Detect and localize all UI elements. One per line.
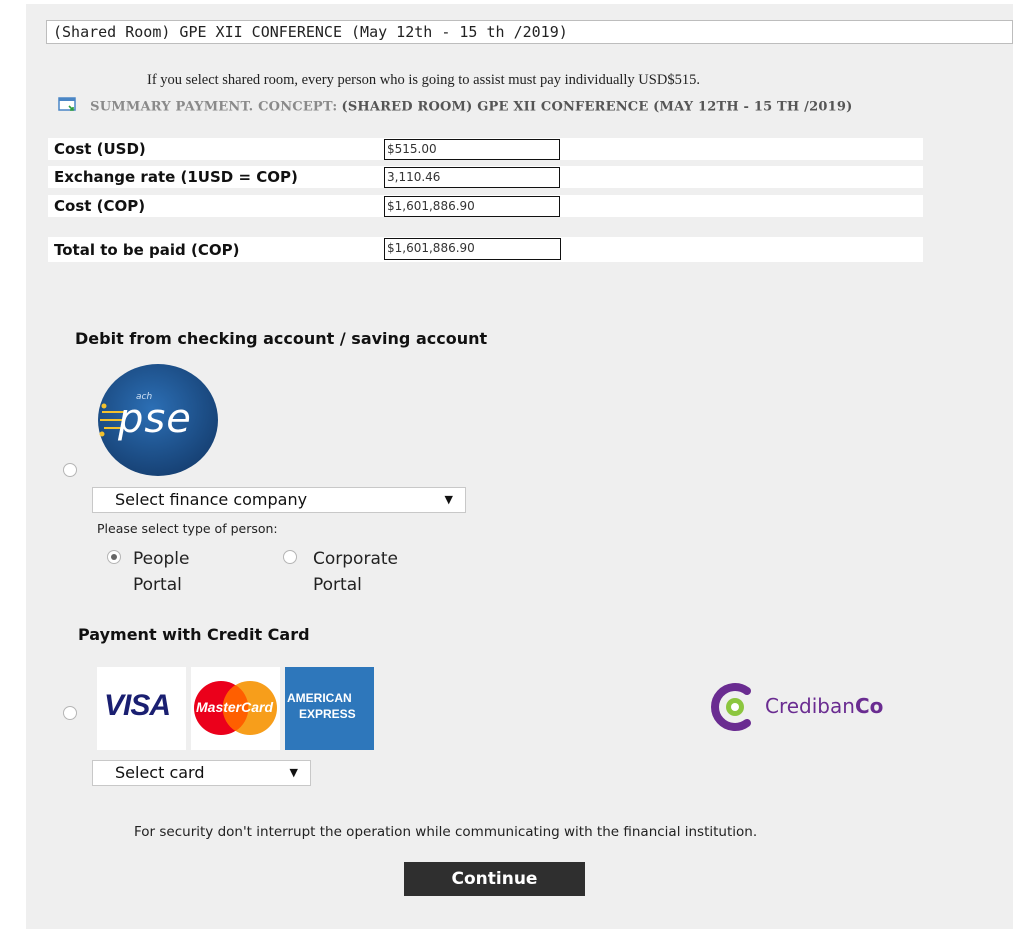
finance-company-value: Select finance company [115,490,308,509]
summary-value: (SHARED ROOM) GPE XII CONFERENCE (MAY 12… [341,99,853,115]
finance-company-select[interactable]: Select finance company ▼ [92,487,466,513]
security-note: For security don't interrupt the operati… [134,824,758,840]
credit-section-title: Payment with Credit Card [78,625,310,644]
total-field: $1,601,886.90 [384,238,561,260]
cost-usd-row: Cost (USD) $515.00 [48,138,923,160]
exchange-rate-field: 3,110.46 [384,167,560,188]
mastercard-logo: MasterCard [191,667,280,750]
concept-select[interactable]: (Shared Room) GPE XII CONFERENCE (May 12… [46,20,1013,44]
total-row: Total to be paid (COP) $1,601,886.90 [48,237,923,262]
debit-section-title: Debit from checking account / saving acc… [75,329,488,348]
amex-logo: AMERICAN EXPRESS [285,667,374,750]
mastercard-logo-text: MasterCard [196,699,274,715]
summary-line: SUMMARY PAYMENT. CONCEPT: (SHARED ROOM) … [58,97,852,117]
corporate-portal-radio[interactable] [283,550,297,564]
corporate-portal-label[interactable]: Corporate Portal [313,546,423,598]
shared-room-notice: If you select shared room, every person … [147,72,700,88]
continue-button[interactable]: Continue [404,862,585,896]
credibanco-text-part1: Crediban [765,694,855,718]
credibanco-text: CredibanCo [765,694,883,718]
cost-cop-field: $1,601,886.90 [384,196,560,217]
summary-icon [58,97,78,117]
visa-logo-text: VISA [104,689,171,722]
card-select[interactable]: Select card ▼ [92,760,311,786]
cost-cop-label: Cost (COP) [54,197,146,215]
cost-usd-label: Cost (USD) [54,140,146,158]
exchange-rate-label: Exchange rate (1USD = COP) [54,168,298,186]
chevron-down-icon: ▼ [444,493,453,506]
amex-logo-line2: EXPRESS [299,707,356,721]
credibanco-text-part2: Co [854,694,884,718]
card-select-value: Select card [115,763,205,782]
pse-logo: ach pse [96,362,220,478]
cost-usd-field: $515.00 [384,139,560,160]
total-label: Total to be paid (COP) [54,241,240,259]
pse-logo-text: pse [118,396,192,442]
pse-radio[interactable] [63,463,77,477]
person-type-prompt: Please select type of person: [97,521,278,536]
chevron-down-icon: ▼ [289,766,298,779]
amex-logo-line1: AMERICAN [287,691,352,705]
visa-logo: VISA [97,667,186,750]
cost-cop-row: Cost (COP) $1,601,886.90 [48,195,923,217]
people-portal-label[interactable]: People Portal [133,546,223,598]
people-portal-radio[interactable] [107,550,121,564]
credit-card-radio[interactable] [63,706,77,720]
summary-label: SUMMARY PAYMENT. CONCEPT: [90,99,338,115]
exchange-rate-row: Exchange rate (1USD = COP) 3,110.46 [48,166,923,188]
credibanco-logo: CredibanCo [709,681,909,733]
